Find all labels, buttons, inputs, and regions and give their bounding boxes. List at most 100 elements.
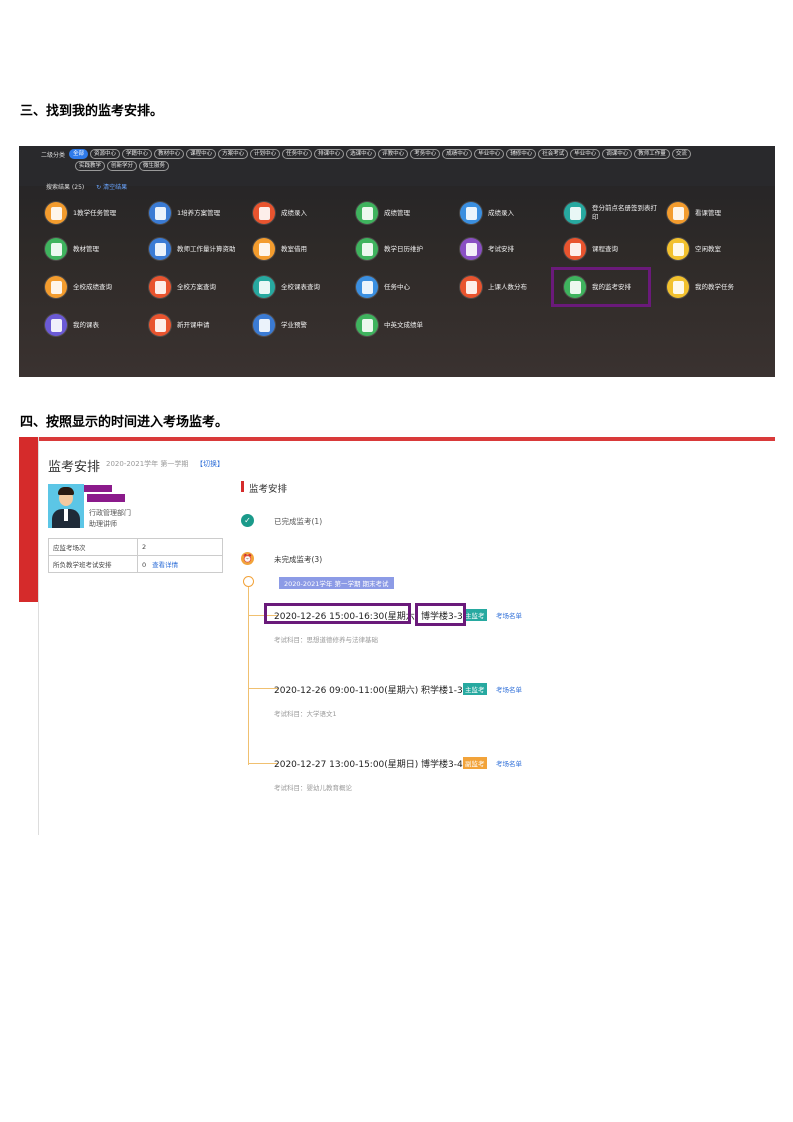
pending-count[interactable]: 未完成监考(3) [274, 554, 322, 565]
completed-count[interactable]: 已完成监考(1) [274, 516, 322, 527]
table-row: 所负教学班考试安排 0 查看详情 [48, 555, 223, 573]
app-tile[interactable]: 全校成绩查询 [45, 274, 112, 300]
app-tile[interactable]: 上课人数分布 [460, 274, 527, 300]
app-label: 教学日历维护 [384, 244, 423, 253]
category-chip[interactable]: 毕业中心 [570, 149, 601, 159]
app-tile[interactable]: 学业预警 [253, 312, 307, 338]
avatar [48, 484, 84, 528]
app-tile[interactable]: 课程查询 [564, 236, 618, 262]
category-chip[interactable]: 交流 [671, 149, 691, 159]
stat-value-text: 2 [142, 543, 147, 551]
page-title: 监考安排 [48, 460, 101, 475]
app-label: 课程查询 [592, 244, 618, 253]
app-tile[interactable]: 我的教学任务 [667, 274, 734, 300]
app-tile[interactable]: 全校课表查询 [253, 274, 320, 300]
app-tile[interactable]: 新开课申请 [149, 312, 210, 338]
category-chip[interactable]: 毕业中心 [474, 149, 505, 159]
category-chip[interactable]: 社会考试 [538, 149, 569, 159]
app-label: 1教学任务管理 [73, 208, 117, 217]
app-icon [149, 238, 171, 260]
app-tile[interactable]: 看课管理 [667, 200, 721, 226]
highlight-exam-time [264, 603, 411, 624]
app-tile[interactable]: 1教学任务管理 [45, 200, 116, 226]
category-chip[interactable]: 创新学分 [107, 161, 138, 171]
app-icon [45, 276, 67, 298]
app-icon [460, 276, 482, 298]
app-icon [356, 238, 378, 260]
app-label: 教室借用 [281, 244, 307, 253]
profile-role: 助理讲师 [89, 520, 117, 528]
exam-subject: 考试科目：大学语文1 [274, 710, 337, 718]
category-chip[interactable]: 全部 [69, 149, 89, 159]
app-tile[interactable]: 成绩录入 [460, 200, 514, 226]
category-chip[interactable]: 方案中心 [218, 149, 249, 159]
exam-subject: 考试科目：思想道德修养与法律基础 [274, 636, 378, 644]
app-tile[interactable]: 成绩管理 [356, 200, 410, 226]
avatar-hair [58, 487, 74, 495]
app-label: 新开课申请 [177, 320, 210, 329]
app-tile[interactable]: 中英文成绩单 [356, 312, 423, 338]
category-chip[interactable]: 资源中心 [90, 149, 121, 159]
category-chip[interactable]: 教师工作量 [634, 149, 670, 159]
app-tile[interactable]: 教学日历维护 [356, 236, 423, 262]
app-tile[interactable]: 1培养方案管理 [149, 200, 220, 226]
app-label: 成绩录入 [488, 208, 514, 217]
category-label: 二级分类 [41, 151, 66, 159]
search-result-line: 搜索结果 (25) ↻ 清空结果 [46, 182, 127, 191]
app-icon [460, 202, 482, 224]
exam-room: 积学楼1-3 [421, 686, 463, 696]
app-tile[interactable]: 教师工作量计算资助 [149, 236, 236, 262]
app-label: 全校课表查询 [281, 282, 320, 291]
app-icon [667, 238, 689, 260]
category-chip[interactable]: 调课中心 [602, 149, 633, 159]
stat-value: 2 [137, 538, 223, 556]
roster-link[interactable]: 考场名单 [496, 684, 522, 694]
app-label: 1培养方案管理 [177, 208, 221, 217]
roster-link[interactable]: 考场名单 [496, 610, 522, 620]
top-accent-bar [19, 437, 775, 441]
profile-department: 行政管理部门 [89, 509, 131, 517]
app-tile[interactable]: 考试安排 [460, 236, 514, 262]
app-label: 登分前点名册签到表打印 [592, 204, 657, 221]
app-tile[interactable]: 我的课表 [45, 312, 99, 338]
app-tile[interactable]: 成绩录入 [253, 200, 307, 226]
category-chip[interactable]: 课程中心 [186, 149, 217, 159]
exam-term-tag: 2020-2021学年 第一学期 期末考试 [279, 577, 394, 589]
category-chip[interactable]: 教材中心 [154, 149, 185, 159]
app-label: 全校成绩查询 [73, 282, 112, 291]
switch-term-link[interactable]: 【切换】 [196, 459, 224, 469]
category-chip[interactable]: 排课中心 [314, 149, 345, 159]
app-tile[interactable]: 教室借用 [253, 236, 307, 262]
clear-results-link[interactable]: ↻ 清空结果 [96, 184, 127, 191]
highlight-my-invigilation [551, 267, 651, 307]
view-details-link[interactable]: 查看详情 [152, 561, 178, 569]
category-chip[interactable]: 任务中心 [282, 149, 313, 159]
category-chip[interactable]: 选课中心 [346, 149, 377, 159]
role-badge: 主监考 [463, 609, 487, 621]
app-tile[interactable]: 全校方案查询 [149, 274, 216, 300]
app-tile[interactable]: 任务中心 [356, 274, 410, 300]
category-chip[interactable]: 实践教学 [75, 161, 106, 171]
roster-link[interactable]: 考场名单 [496, 758, 522, 768]
role-badge: 主监考 [463, 683, 487, 695]
category-chip[interactable]: 微生服务 [139, 161, 170, 171]
exam-subject: 考试科目：婴幼儿教育概论 [274, 784, 352, 792]
app-tile[interactable]: 空闲教室 [667, 236, 721, 262]
app-label: 教师工作量计算资助 [177, 244, 236, 253]
app-tile[interactable]: 教材管理 [45, 236, 99, 262]
category-chip[interactable]: 成绩中心 [442, 149, 473, 159]
category-chip[interactable]: 学籍中心 [122, 149, 153, 159]
redacted-name [84, 485, 112, 492]
category-chip[interactable]: 考务中心 [410, 149, 441, 159]
step3-heading: 三、找到我的监考安排。 [20, 104, 164, 119]
app-label: 考试安排 [488, 244, 514, 253]
category-chip[interactable]: 计划中心 [250, 149, 281, 159]
exam-room: 博学楼3-4 [421, 760, 463, 770]
current-term: 2020-2021学年 第一学期 [106, 460, 189, 468]
app-icon [564, 202, 586, 224]
app-tile[interactable]: 登分前点名册签到表打印 [564, 200, 662, 226]
category-chip[interactable]: 辅修中心 [506, 149, 537, 159]
app-icon [149, 202, 171, 224]
search-result-count: 搜索结果 (25) [46, 184, 85, 191]
category-chip[interactable]: 评教中心 [378, 149, 409, 159]
